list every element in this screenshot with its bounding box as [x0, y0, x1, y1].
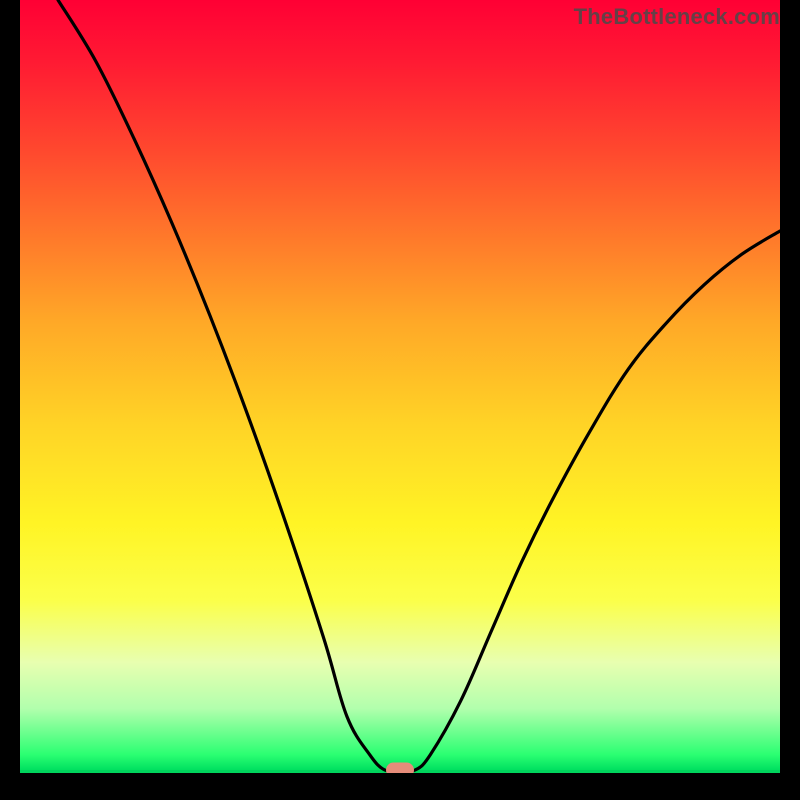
chart-stage: TheBottleneck.com	[0, 0, 800, 800]
frame-left	[0, 0, 20, 800]
frame-bottom	[0, 773, 800, 800]
watermark-text: TheBottleneck.com	[574, 4, 780, 30]
frame-right	[780, 0, 800, 800]
bottleneck-curve	[20, 0, 780, 773]
